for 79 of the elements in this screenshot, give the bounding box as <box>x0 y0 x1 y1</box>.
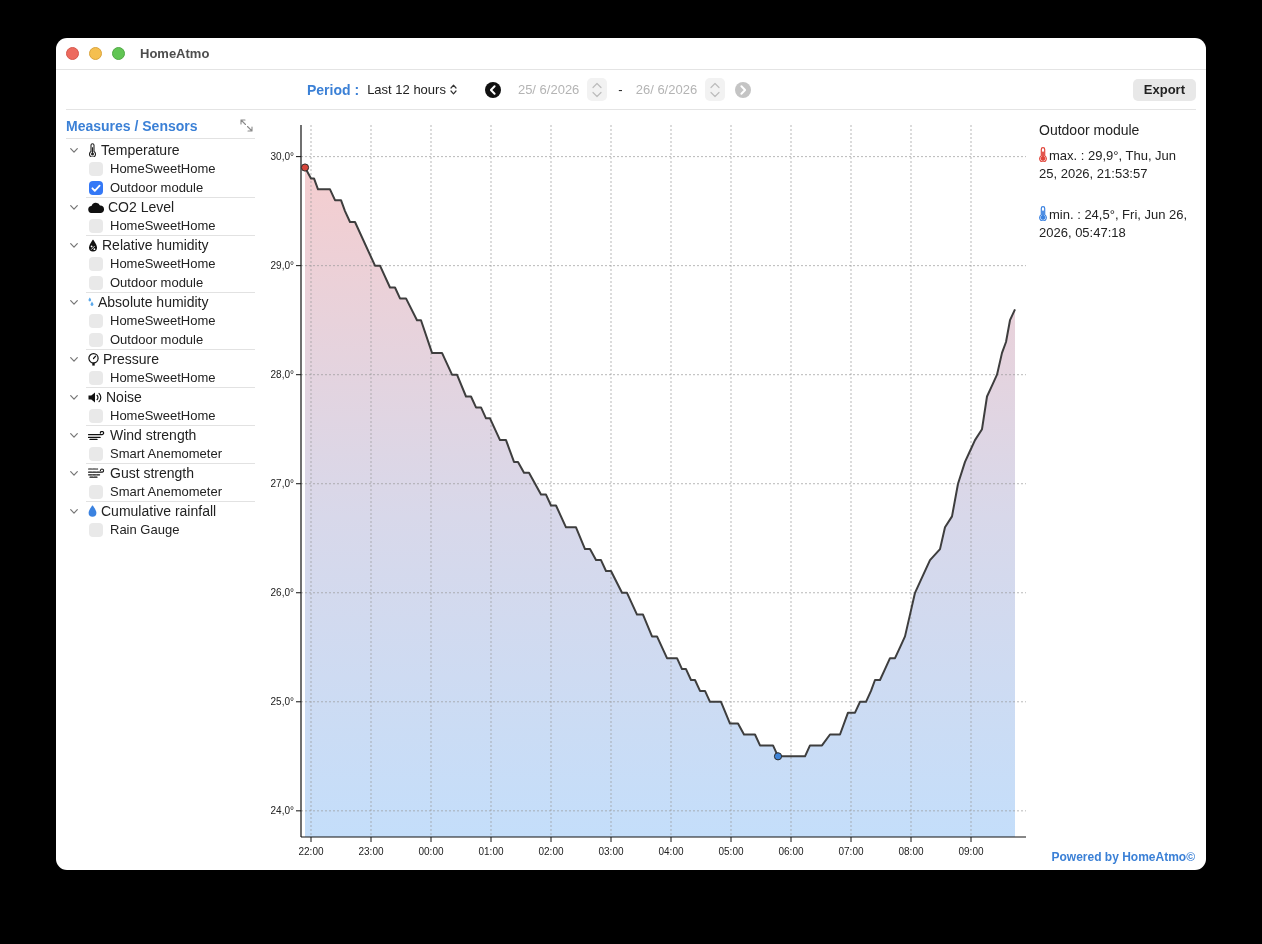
chevron-left-circle-icon <box>484 81 501 98</box>
sensor-label: HomeSweetHome <box>110 161 216 176</box>
chevron-down-icon[interactable] <box>70 299 78 305</box>
powered-by-link[interactable]: Powered by HomeAtmo© <box>1051 850 1195 865</box>
sensor-label: Outdoor module <box>110 332 204 347</box>
export-button[interactable]: Export <box>1132 78 1196 101</box>
period-select[interactable]: Last 12 hours <box>367 82 457 97</box>
x-axis-label: 07:00 <box>838 846 864 857</box>
sensor-label: Smart Anemometer <box>110 446 222 461</box>
speaker-icon <box>88 391 102 403</box>
expand-icon[interactable] <box>240 119 253 132</box>
chevron-down-icon[interactable] <box>70 432 78 438</box>
extreme-reading: min. : 24,5°, Fri, Jun 26, 2026, 05:47:18 <box>1039 207 1188 240</box>
start-date-stepper[interactable] <box>587 78 608 101</box>
x-axis-label: 23:00 <box>358 846 384 857</box>
x-axis-label: 06:00 <box>778 846 804 857</box>
chevron-down-icon[interactable] <box>70 147 78 153</box>
x-axis-label: 09:00 <box>958 846 984 857</box>
module-title: Outdoor module <box>1039 121 1140 140</box>
date-range-separator: - <box>618 82 623 97</box>
measure-label: Absolute humidity <box>98 294 209 310</box>
chevron-down-icon[interactable] <box>70 356 78 362</box>
chevron-right-circle-icon <box>735 81 752 98</box>
previous-button[interactable] <box>484 81 501 98</box>
x-axis-label: 02:00 <box>538 846 564 857</box>
gauge-icon <box>88 352 99 366</box>
measure-label: Cumulative rainfall <box>101 503 217 519</box>
x-axis-label: 03:00 <box>598 846 624 857</box>
measure-label: Wind strength <box>110 427 197 443</box>
sensor-label: Outdoor module <box>110 275 204 290</box>
zoom-button[interactable] <box>112 47 125 60</box>
close-button[interactable] <box>66 47 79 60</box>
sensor-label: Rain Gauge <box>110 522 180 537</box>
x-axis-label: 05:00 <box>718 846 744 857</box>
sensor-label: HomeSweetHome <box>110 313 216 328</box>
minimize-button[interactable] <box>89 47 102 60</box>
water-drop-icon <box>88 505 97 517</box>
y-axis-label: 24,0° <box>270 805 294 817</box>
sensor-checkbox[interactable] <box>89 180 103 195</box>
x-axis-label: 00:00 <box>418 846 444 857</box>
sensor-label: Outdoor module <box>110 180 204 195</box>
end-date-stepper[interactable] <box>705 78 726 101</box>
chevron-down-icon[interactable] <box>70 508 78 514</box>
x-axis-label: 08:00 <box>898 846 924 857</box>
gust-wind-icon <box>88 468 106 478</box>
measure-label: Relative humidity <box>102 237 209 253</box>
x-axis-label: 01:00 <box>478 846 504 857</box>
chevron-down-icon[interactable] <box>70 204 78 210</box>
sensor-label: HomeSweetHome <box>110 218 216 233</box>
sensor-label: HomeSweetHome <box>110 256 216 271</box>
window-title: HomeAtmo <box>140 46 210 61</box>
y-axis-label: 28,0° <box>270 369 294 381</box>
y-axis-label: 30,0° <box>270 151 294 163</box>
chevron-down-icon[interactable] <box>70 394 78 400</box>
measure-label: Temperature <box>101 142 180 158</box>
y-axis-label: 26,0° <box>270 587 294 599</box>
measure-label: Noise <box>106 389 142 405</box>
y-axis-label: 27,0° <box>270 478 294 490</box>
thermometer-icon <box>88 143 97 157</box>
measure-label: CO2 Level <box>108 199 175 215</box>
wind-icon <box>88 430 106 440</box>
y-axis-label: 29,0° <box>270 260 294 272</box>
sensor-label: Smart Anemometer <box>110 484 222 499</box>
percent-drop-icon <box>88 238 98 252</box>
measure-label: Gust strength <box>110 465 195 481</box>
x-axis-label: 04:00 <box>658 846 684 857</box>
x-axis-label: 22:00 <box>298 846 324 857</box>
period-label: Period : <box>307 81 360 98</box>
sensor-label: HomeSweetHome <box>110 408 216 423</box>
sensor-label: HomeSweetHome <box>110 370 216 385</box>
measure-label: Pressure <box>103 351 160 367</box>
droplets-icon <box>88 297 94 307</box>
chevron-down-icon[interactable] <box>70 470 78 476</box>
up-down-chevron-icon <box>449 84 457 95</box>
extreme-reading: max. : 29,9°, Thu, Jun 25, 2026, 21:53:57 <box>1039 148 1177 181</box>
sidebar-title: Measures / Sensors <box>66 117 198 134</box>
cloud-icon <box>88 201 104 213</box>
y-axis-label: 25,0° <box>270 696 294 708</box>
chevron-down-icon[interactable] <box>70 242 78 248</box>
